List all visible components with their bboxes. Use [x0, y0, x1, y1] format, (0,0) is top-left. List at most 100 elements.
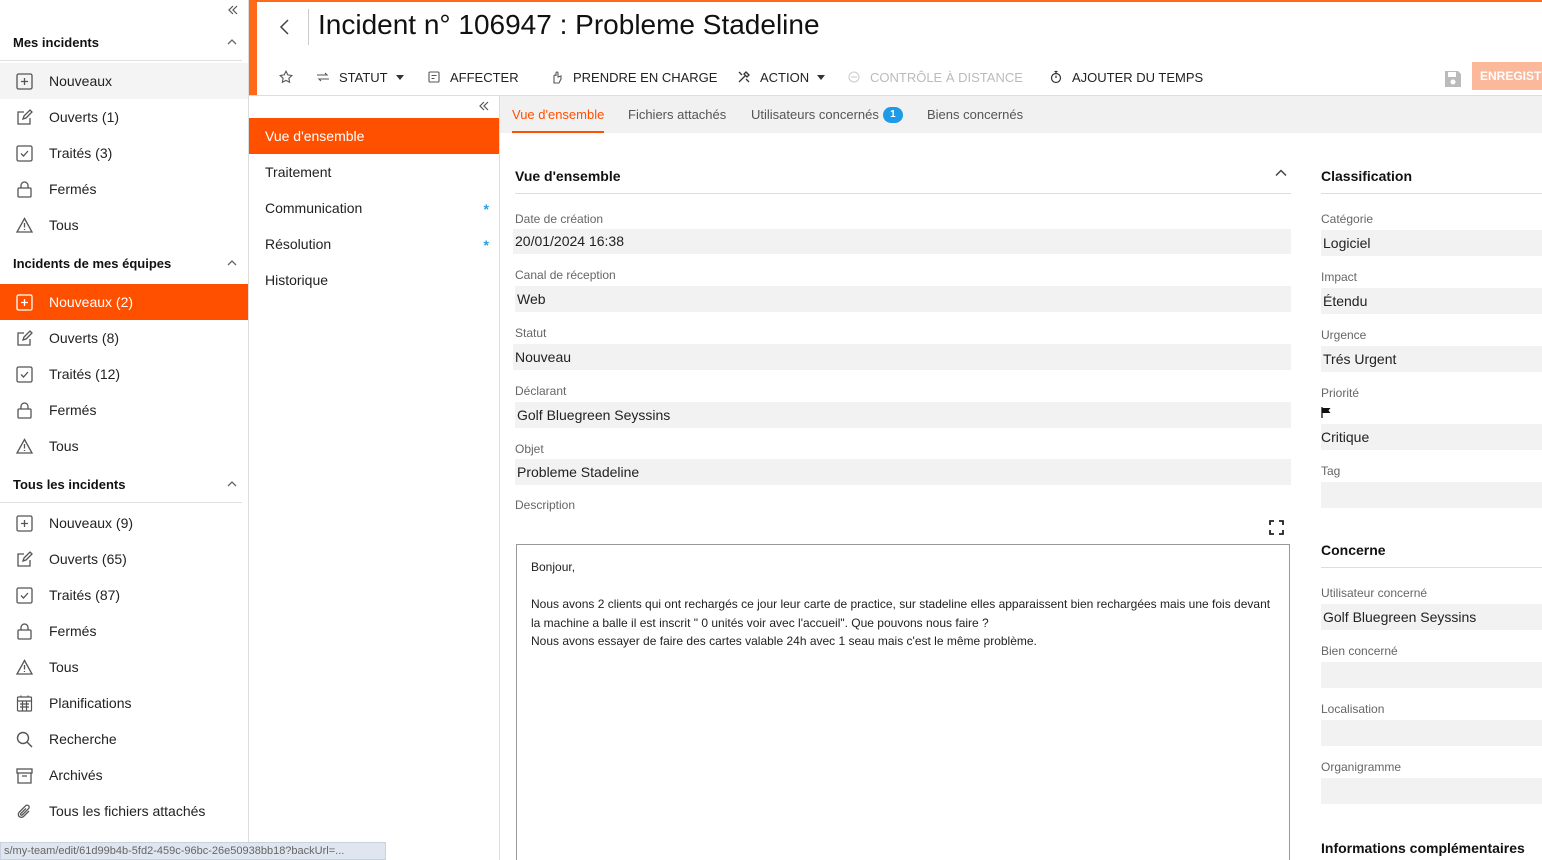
description-line: Nous avons essayer de faire des cartes v… — [531, 634, 1037, 648]
collapse-sidebar-icon[interactable] — [226, 3, 240, 17]
utilisateur-concerne-field[interactable]: Golf Bluegreen Seyssins — [1321, 604, 1542, 630]
lock-icon — [15, 622, 34, 641]
sidebar-item-mes-ouverts[interactable]: Ouverts (1) — [0, 99, 248, 135]
nav-vue-ensemble[interactable]: Vue d'ensemble — [249, 118, 499, 154]
group-incidents-equipes[interactable]: Incidents de mes équipes — [0, 246, 248, 282]
save-icon[interactable] — [1442, 68, 1464, 90]
sidebar-item-label: Nouveaux (9) — [49, 515, 134, 531]
chevron-up-icon[interactable] — [226, 36, 238, 48]
sidebar-item-mes-nouveaux[interactable]: Nouveaux — [0, 63, 248, 99]
description-editor[interactable]: Bonjour, Nous avons 2 clients qui ont re… — [516, 544, 1290, 860]
chevron-up-icon[interactable] — [226, 478, 238, 490]
sidebar-item-tous-nouveaux[interactable]: Nouveaux (9) — [0, 505, 248, 541]
nav-resolution[interactable]: Résolution * — [249, 226, 499, 262]
bien-concerne-field[interactable] — [1321, 662, 1542, 688]
sidebar-item-equipes-traites[interactable]: Traités (12) — [0, 356, 248, 392]
nav-label: Historique — [265, 272, 329, 288]
ajouter-du-temps-button[interactable]: AJOUTER DU TEMPS — [1049, 68, 1203, 86]
categorie-field[interactable]: Logiciel — [1321, 230, 1542, 256]
enregistrer-button[interactable]: ENREGISTRER — [1472, 62, 1542, 90]
chevron-up-icon[interactable] — [1274, 166, 1288, 180]
sidebar-item-equipes-nouveaux[interactable]: Nouveaux (2) — [0, 284, 248, 320]
count-badge: 1 — [882, 107, 903, 123]
sidebar-item-fichiers[interactable]: Tous les fichiers attachés — [0, 793, 248, 829]
tabs-bar: Vue d'ensemble Fichiers attachés Utilisa… — [500, 96, 1542, 133]
tab-vue-ensemble[interactable]: Vue d'ensemble — [512, 96, 605, 133]
divider — [1321, 567, 1542, 568]
tab-utilisateurs-concernes[interactable]: Utilisateurs concernés 1 — [751, 96, 903, 133]
favorite-button[interactable] — [279, 68, 302, 86]
declarant-field[interactable]: Golf Bluegreen Seyssins — [515, 402, 1291, 428]
chevron-up-icon[interactable] — [226, 257, 238, 269]
nav-traitement[interactable]: Traitement — [249, 154, 499, 190]
action-button[interactable]: ACTION — [737, 68, 826, 86]
sidebar-item-planifications[interactable]: Planifications — [0, 685, 248, 721]
field-label: Impact — [1321, 270, 1358, 284]
stopwatch-icon — [1050, 70, 1062, 84]
group-title: Tous les incidents — [13, 477, 126, 492]
header-top-line — [257, 0, 1542, 2]
nav-communication[interactable]: Communication * — [249, 190, 499, 226]
description-line: Nous avons 2 clients qui ont rechargés c… — [531, 597, 1271, 630]
sidebar-item-recherche[interactable]: Recherche — [0, 721, 248, 757]
status-bar-url: s/my-team/edit/61d99b4b-5fd2-459c-96bc-2… — [0, 842, 386, 860]
sidebar-item-mes-traites[interactable]: Traités (3) — [0, 135, 248, 171]
group-tous-incidents[interactable]: Tous les incidents — [0, 467, 248, 503]
tab-fichiers-attaches[interactable]: Fichiers attachés — [628, 96, 726, 133]
assign-icon — [428, 71, 440, 83]
section-nav: Vue d'ensemble Traitement Communication … — [249, 96, 500, 860]
field-label: Localisation — [1321, 702, 1385, 716]
nav-historique[interactable]: Historique — [249, 262, 499, 298]
tab-biens-concernes[interactable]: Biens concernés — [927, 96, 1023, 133]
sidebar-item-label: Nouveaux — [49, 73, 113, 89]
sidebar-item-label: Planifications — [49, 695, 132, 711]
plus-square-icon — [15, 72, 34, 91]
tag-field[interactable] — [1321, 482, 1542, 508]
hand-icon — [553, 71, 562, 84]
calendar-icon — [15, 694, 34, 713]
impact-field[interactable]: Étendu — [1321, 288, 1542, 314]
description-line — [531, 577, 1275, 596]
sidebar-item-equipes-ouverts[interactable]: Ouverts (8) — [0, 320, 248, 356]
archive-icon — [15, 766, 34, 785]
sidebar-item-label: Archivés — [49, 767, 103, 783]
nav-label: Résolution — [265, 236, 332, 252]
fullscreen-icon[interactable] — [1268, 519, 1285, 536]
prendre-en-charge-button[interactable]: PRENDRE EN CHARGE — [550, 68, 717, 86]
collapse-nav-icon[interactable] — [477, 99, 491, 113]
statut-button[interactable]: STATUT — [316, 68, 404, 86]
sidebar-item-equipes-tous[interactable]: Tous — [0, 428, 248, 464]
sidebar-item-mes-fermes[interactable]: Fermés — [0, 171, 248, 207]
sidebar-item-tous-ouverts[interactable]: Ouverts (65) — [0, 541, 248, 577]
sidebar-item-archives[interactable]: Archivés — [0, 757, 248, 793]
affecter-label: AFFECTER — [450, 69, 519, 85]
caret-down-icon — [817, 74, 826, 80]
group-mes-incidents[interactable]: Mes incidents — [0, 25, 248, 61]
field-label: Objet — [515, 442, 544, 456]
sidebar-item-tous-fermes[interactable]: Fermés — [0, 613, 248, 649]
organigramme-field[interactable] — [1321, 778, 1542, 804]
sidebar-item-label: Nouveaux (2) — [49, 294, 134, 310]
sidebar-item-tous-traites[interactable]: Traités (87) — [0, 577, 248, 613]
objet-field[interactable]: Probleme Stadeline — [515, 459, 1291, 485]
urgence-field[interactable]: Trés Urgent — [1321, 346, 1542, 372]
prendre-label: PRENDRE EN CHARGE — [573, 69, 718, 85]
search-icon — [15, 730, 34, 749]
field-label: Bien concerné — [1321, 644, 1398, 658]
divider — [515, 193, 1291, 194]
section-heading: Classification — [1321, 168, 1413, 184]
sidebar-item-label: Traités (3) — [49, 145, 113, 161]
sidebar-item-mes-tous[interactable]: Tous — [0, 207, 248, 243]
affecter-button[interactable]: AFFECTER — [427, 68, 519, 86]
sidebar-item-tous-tous[interactable]: Tous — [0, 649, 248, 685]
sidebar-item-equipes-fermes[interactable]: Fermés — [0, 392, 248, 428]
description-line: Bonjour, — [531, 560, 576, 574]
back-arrow-icon[interactable] — [276, 17, 294, 37]
group-title: Incidents de mes équipes — [13, 256, 172, 271]
canal-reception-field[interactable]: Web — [515, 286, 1291, 312]
check-square-icon — [15, 365, 34, 384]
controle-a-distance-button[interactable]: CONTRÔLE À DISTANCE — [847, 68, 1023, 86]
localisation-field[interactable] — [1321, 720, 1542, 746]
warning-icon — [15, 437, 34, 456]
warning-icon — [15, 216, 34, 235]
